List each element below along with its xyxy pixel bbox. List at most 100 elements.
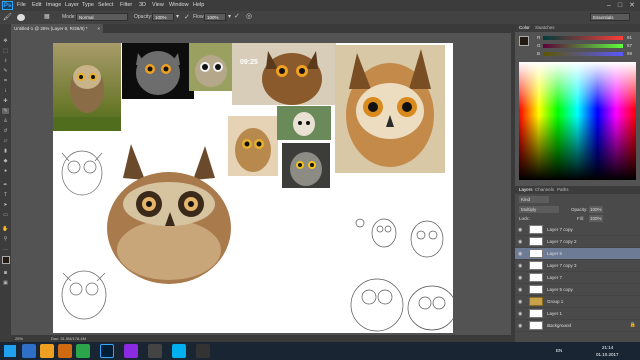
brush-tool-icon[interactable]: ✎ <box>2 108 9 114</box>
layer-row[interactable]: ◉ Layer 7 copy 2 <box>515 236 640 248</box>
visibility-eye-icon[interactable]: ◉ <box>518 287 522 293</box>
visibility-eye-icon[interactable]: ◉ <box>518 263 522 269</box>
blur-tool-icon[interactable]: ◆ <box>2 158 9 164</box>
brush-preset-icon[interactable] <box>17 14 25 21</box>
flow-input[interactable]: 100% <box>204 13 226 21</box>
zoom-tool-icon[interactable]: ⚲ <box>2 236 9 242</box>
quick-mask-icon[interactable]: ◙ <box>2 270 9 276</box>
layer-row[interactable]: ◉ Layer 1 <box>515 308 640 320</box>
eyedropper-tool-icon[interactable]: ⅰ <box>2 88 9 94</box>
document-tab[interactable]: Untitled-1 @ 25% (Layer 6, RGB/8) * × <box>11 24 103 33</box>
color-foreground-swatch[interactable] <box>519 36 529 46</box>
brush-panel-icon[interactable]: ▦ <box>44 13 53 22</box>
blend-mode-select[interactable]: Multiply <box>519 206 559 213</box>
skype-icon[interactable] <box>172 344 186 358</box>
screen-mode-icon[interactable]: ▣ <box>2 280 9 286</box>
menu-layer[interactable]: Layer <box>65 2 79 8</box>
hand-tool-icon[interactable]: ✋ <box>2 226 9 232</box>
lasso-tool-icon[interactable]: ℓ <box>2 58 9 64</box>
app-icon[interactable] <box>196 344 210 358</box>
layer-row-selected[interactable]: ◉ Layer 6 <box>515 248 640 260</box>
slider-b-value[interactable]: 59 <box>627 51 632 56</box>
visibility-eye-icon[interactable]: ◉ <box>518 251 522 257</box>
layer-row[interactable]: ◉ Layer 5 copy <box>515 284 640 296</box>
menu-image[interactable]: Image <box>46 2 61 8</box>
marquee-tool-icon[interactable]: ⬚ <box>2 48 9 54</box>
chevron-down-icon[interactable]: ▾ <box>228 13 231 20</box>
menu-view[interactable]: View <box>152 2 164 8</box>
clock-date[interactable]: 01.10.2017 <box>596 352 619 357</box>
path-select-tool-icon[interactable]: ➤ <box>2 202 9 208</box>
visibility-eye-icon[interactable]: ◉ <box>518 227 522 233</box>
layer-row[interactable]: ◉ Layer 7 <box>515 272 640 284</box>
start-button-icon[interactable] <box>4 345 16 357</box>
opacity-input[interactable]: 100% <box>152 13 174 21</box>
menu-type[interactable]: Type <box>82 2 94 8</box>
eraser-tool-icon[interactable]: ▱ <box>2 138 9 144</box>
foreground-color-swatch[interactable] <box>2 256 10 264</box>
menu-edit[interactable]: Edit <box>32 2 41 8</box>
photoshop-taskbar-icon[interactable] <box>100 344 114 358</box>
visibility-eye-icon[interactable]: ◉ <box>518 239 522 245</box>
close-icon[interactable]: ✕ <box>627 1 637 10</box>
doc-info[interactable]: Doc: 31.9M/178.4M <box>51 335 86 342</box>
slider-g[interactable] <box>543 44 623 48</box>
app-icon[interactable] <box>124 344 138 358</box>
tab-channels[interactable]: Channels <box>535 187 554 192</box>
pen-tool-icon[interactable]: ✒ <box>2 182 9 188</box>
menu-help[interactable]: Help <box>193 2 204 8</box>
airbrush-icon[interactable]: ✓ <box>234 12 240 20</box>
visibility-eye-icon[interactable]: ◉ <box>518 311 522 317</box>
type-tool-icon[interactable]: T <box>2 192 9 198</box>
visibility-eye-icon[interactable]: ◉ <box>518 275 522 281</box>
close-tab-icon[interactable]: × <box>97 24 100 33</box>
fill-input[interactable]: 100% <box>589 215 603 222</box>
layer-row[interactable]: ◉ Layer 7 copy <box>515 224 640 236</box>
chrome-icon[interactable] <box>76 344 90 358</box>
pressure-size-icon[interactable]: ◎ <box>246 12 252 20</box>
app-icon[interactable] <box>148 344 162 358</box>
maximize-icon[interactable]: □ <box>615 1 625 10</box>
pressure-opacity-icon[interactable]: ✓ <box>184 13 190 21</box>
layer-row-group[interactable]: ◉ Group 1 <box>515 296 640 308</box>
slider-b[interactable] <box>543 52 623 56</box>
quick-select-tool-icon[interactable]: ✎ <box>2 68 9 74</box>
slider-r-value[interactable]: 91 <box>627 35 632 40</box>
gradient-tool-icon[interactable]: ▮ <box>2 148 9 154</box>
history-brush-tool-icon[interactable]: ↺ <box>2 128 9 134</box>
slider-g-value[interactable]: 87 <box>627 43 632 48</box>
layer-row[interactable]: ◉ Background 🔒 <box>515 320 640 332</box>
menu-3d[interactable]: 3D <box>139 2 146 8</box>
layer-opacity-input[interactable]: 100% <box>589 206 603 213</box>
layer-row[interactable]: ◉ Layer 7 copy 3 <box>515 260 640 272</box>
shape-tool-icon[interactable]: ▭ <box>2 212 9 218</box>
menu-select[interactable]: Select <box>98 2 113 8</box>
slider-r[interactable] <box>543 36 623 40</box>
brush-tool-icon[interactable]: 🖌 <box>3 13 13 22</box>
minimize-icon[interactable]: – <box>604 1 614 10</box>
visibility-eye-icon[interactable]: ◉ <box>518 299 522 305</box>
tab-layers[interactable]: Layers <box>519 187 533 192</box>
tab-color[interactable]: Color <box>519 25 530 30</box>
tab-paths[interactable]: Paths <box>557 187 569 192</box>
explorer-icon[interactable] <box>40 344 54 358</box>
filter-kind-select[interactable]: Kind <box>519 196 549 203</box>
chevron-down-icon[interactable]: ▾ <box>176 13 179 20</box>
more-tools-icon[interactable]: … <box>2 246 9 252</box>
menu-filter[interactable]: Filter <box>120 2 132 8</box>
visibility-eye-icon[interactable]: ◉ <box>518 323 522 329</box>
document-canvas[interactable]: 09:25 <box>53 43 457 333</box>
tab-swatches[interactable]: Swatches <box>535 25 555 30</box>
clock-time[interactable]: 21:14 <box>602 345 613 350</box>
firefox-icon[interactable] <box>58 344 72 358</box>
language-indicator[interactable]: EN <box>556 348 562 353</box>
move-tool-icon[interactable]: ✥ <box>2 38 9 44</box>
color-spectrum[interactable] <box>519 62 636 180</box>
mode-select[interactable]: Normal <box>76 13 128 21</box>
menu-window[interactable]: Window <box>169 2 189 8</box>
menu-file[interactable]: File <box>17 2 26 8</box>
ie-icon[interactable] <box>22 344 36 358</box>
healing-tool-icon[interactable]: ✚ <box>2 98 9 104</box>
zoom-level[interactable]: 25% <box>15 335 23 342</box>
workspace-select[interactable]: Essentials <box>590 13 630 21</box>
